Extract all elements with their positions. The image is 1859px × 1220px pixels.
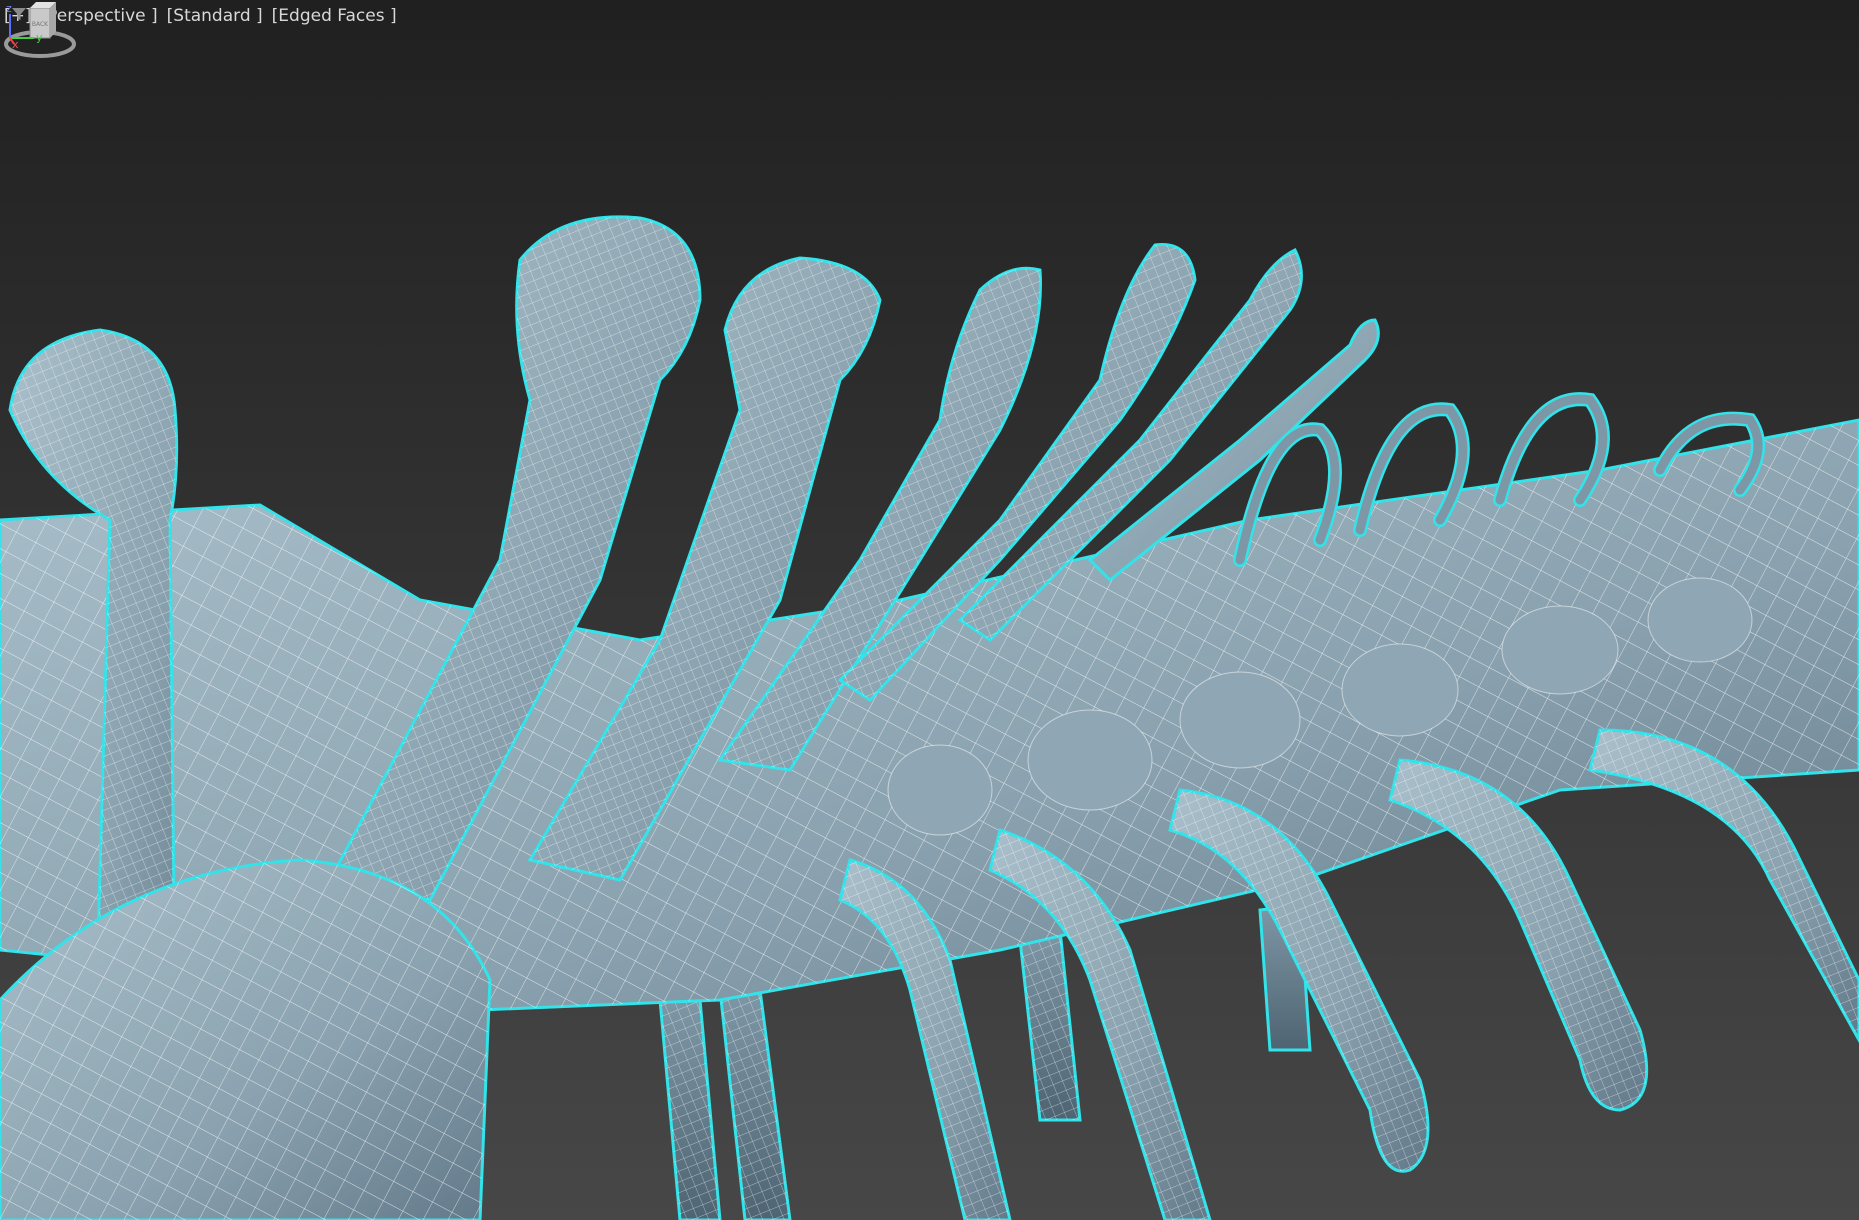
perspective-viewport[interactable]: [+] [Perspective ] [Standard ] [Edged Fa…	[0, 0, 1859, 1220]
shading-mode-button[interactable]: [Standard ]	[167, 6, 263, 26]
mesh-render[interactable]	[0, 0, 1859, 1220]
display-mode-button[interactable]: [Edged Faces ]	[272, 6, 397, 26]
axis-tripod-icon: z y x	[6, 2, 43, 48]
axis-y-label: y	[36, 31, 43, 44]
axis-x-label: x	[12, 38, 19, 48]
axis-z-label: z	[6, 2, 12, 15]
